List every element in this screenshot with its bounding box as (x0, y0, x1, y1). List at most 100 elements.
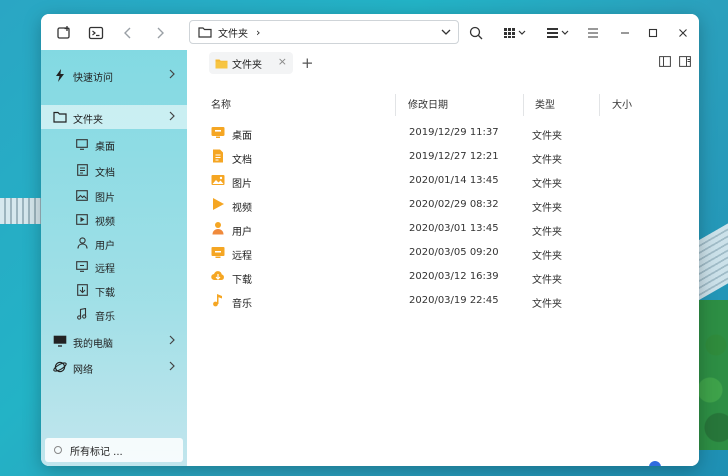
file-modified: 2020/03/05 09:20 (409, 247, 499, 258)
chevron-right-icon[interactable] (167, 334, 177, 349)
table-row[interactable]: 图片 2020/01/14 13:45 文件夹 (187, 168, 699, 192)
file-list-pane: 文件夹 × + 名称 修改日期 类型 大小 桌面 2019/12/29 11:3… (187, 50, 699, 466)
grid-view-button[interactable] (501, 22, 531, 44)
menu-button[interactable] (582, 22, 604, 44)
split-view-icon[interactable] (659, 56, 671, 70)
remote-folder-icon (211, 247, 225, 258)
chevron-right-icon[interactable] (167, 360, 177, 375)
back-button[interactable] (117, 22, 139, 44)
sidebar-item-quick-access[interactable]: 快速访问 (41, 63, 187, 87)
file-type: 文件夹 (532, 131, 562, 142)
document-icon (75, 163, 89, 177)
grid-view-icon (504, 28, 526, 38)
file-modified: 2020/03/19 22:45 (409, 295, 499, 306)
music-icon (75, 307, 89, 321)
file-name: 图片 (232, 179, 252, 190)
download-folder-icon (211, 271, 224, 281)
new-tab-button[interactable]: + (301, 54, 314, 72)
table-row[interactable]: 远程 2020/03/05 09:20 文件夹 (187, 240, 699, 264)
folder-icon (53, 110, 67, 124)
new-window-icon (57, 26, 70, 39)
video-icon (75, 212, 89, 226)
icon-size-slider-knob[interactable] (649, 461, 661, 466)
file-type: 文件夹 (532, 203, 562, 214)
sidebar-item-downloads[interactable]: 下载 (41, 278, 187, 302)
table-row[interactable]: 下载 2020/03/12 16:39 文件夹 (187, 264, 699, 288)
all-tags-label: 所有标记 ... (70, 446, 123, 458)
column-divider[interactable] (599, 94, 600, 116)
desktop-wallpaper-bridge-right (698, 223, 728, 301)
user-icon (75, 236, 89, 250)
close-button[interactable] (672, 22, 694, 44)
sidebar-item-my-computer[interactable]: 我的电脑 (41, 329, 187, 353)
computer-icon (53, 334, 67, 348)
column-header-name[interactable]: 名称 (211, 96, 231, 111)
file-name: 桌面 (232, 131, 252, 142)
file-name: 下载 (232, 275, 252, 286)
table-row[interactable]: 用户 2020/03/01 13:45 文件夹 (187, 216, 699, 240)
folder-icon (198, 27, 212, 38)
sidebar-item-pictures[interactable]: 图片 (41, 183, 187, 207)
folder-icon (215, 59, 228, 68)
maximize-button[interactable] (642, 22, 664, 44)
table-row[interactable]: 视频 2020/02/29 08:32 文件夹 (187, 192, 699, 216)
column-divider[interactable] (395, 94, 396, 116)
file-modified: 2020/02/29 08:32 (409, 199, 499, 210)
column-header-modified[interactable]: 修改日期 (408, 96, 448, 111)
list-view-icon (547, 28, 569, 38)
music-folder-icon (213, 294, 222, 307)
image-icon (75, 188, 89, 202)
sidebar-item-label: 用户 (95, 241, 115, 252)
desktop-wallpaper-bridge (0, 198, 44, 224)
minimize-icon (621, 32, 629, 34)
chevron-right-icon[interactable] (167, 68, 177, 83)
sidebar-item-label: 桌面 (95, 142, 115, 153)
details-panel-icon[interactable] (679, 56, 691, 70)
tab-folder[interactable]: 文件夹 × (209, 52, 293, 74)
minimize-button[interactable] (614, 22, 636, 44)
sidebar-item-remote[interactable]: 远程 (41, 254, 187, 278)
search-button[interactable] (465, 22, 487, 44)
all-tags-button[interactable]: 所有标记 ... (45, 438, 183, 462)
table-row[interactable]: 音乐 2020/03/19 22:45 文件夹 (187, 288, 699, 312)
table-row[interactable]: 文档 2019/12/27 12:21 文件夹 (187, 144, 699, 168)
terminal-icon (88, 26, 104, 40)
maximize-icon (648, 28, 658, 38)
picture-folder-icon (211, 175, 225, 185)
chevron-down-icon[interactable] (440, 25, 452, 39)
column-header-size[interactable]: 大小 (612, 96, 632, 111)
sidebar-item-folders[interactable]: 文件夹 (41, 105, 187, 129)
search-icon (469, 26, 483, 40)
sidebar-item-label: 远程 (95, 264, 115, 275)
column-header-type[interactable]: 类型 (535, 96, 555, 111)
sidebar-item-music[interactable]: 音乐 (41, 302, 187, 326)
chevron-left-icon (124, 27, 131, 39)
sidebar-item-videos[interactable]: 视频 (41, 207, 187, 231)
remote-icon (75, 259, 89, 273)
breadcrumb-folder[interactable]: 文件夹 (218, 25, 248, 40)
sidebar-item-documents[interactable]: 文档 (41, 158, 187, 182)
list-view-button[interactable] (544, 22, 574, 44)
address-bar[interactable]: 文件夹 › (189, 20, 459, 44)
chevron-right-icon[interactable] (167, 110, 177, 125)
column-divider[interactable] (523, 94, 524, 116)
tab-close-icon[interactable]: × (278, 55, 287, 68)
file-type: 文件夹 (532, 299, 562, 310)
sidebar-item-label: 下载 (95, 288, 115, 299)
sidebar-item-desktop[interactable]: 桌面 (41, 132, 187, 156)
breadcrumb-separator: › (256, 25, 261, 39)
sidebar-item-label: 图片 (95, 193, 115, 204)
terminal-button[interactable] (85, 22, 107, 44)
chevron-right-icon (157, 27, 164, 39)
new-window-button[interactable] (53, 22, 75, 44)
forward-button[interactable] (149, 22, 171, 44)
table-row[interactable]: 桌面 2019/12/29 11:37 文件夹 (187, 120, 699, 144)
file-modified: 2020/01/14 13:45 (409, 175, 499, 186)
file-modified: 2019/12/27 12:21 (409, 151, 499, 162)
sidebar-item-network[interactable]: 网络 (41, 355, 187, 379)
desktop-wallpaper-foliage (698, 300, 728, 450)
sidebar-item-label: 快速访问 (73, 73, 113, 84)
tab-label: 文件夹 (232, 59, 262, 71)
sidebar-item-users[interactable]: 用户 (41, 231, 187, 255)
sidebar: 快速访问 文件夹 桌面 文档 图片 视频 用户 远程 下载 音乐 我的电脑 网络… (41, 50, 187, 466)
